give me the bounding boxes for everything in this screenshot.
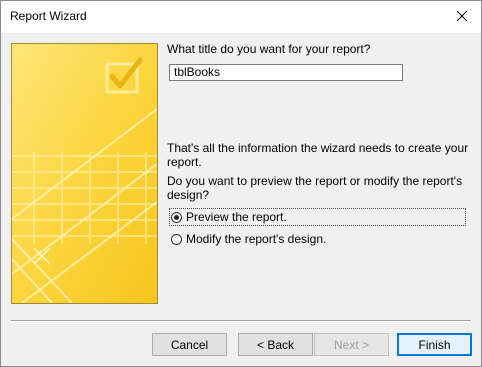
info-text-line1: That's all the information the wizard ne… [167, 141, 469, 155]
back-button[interactable]: < Back [238, 333, 313, 356]
info-text-line2: report. [167, 155, 202, 169]
report-title-input[interactable] [169, 64, 403, 81]
preview-radio-button[interactable] [171, 211, 182, 223]
next-button[interactable]: Next > [314, 333, 389, 356]
modify-radio-button[interactable] [171, 233, 182, 245]
question-text-line1: Do you want to preview the report or mod… [167, 174, 463, 188]
title-prompt-label: What title do you want for your report? [167, 42, 371, 56]
question-text-line2: design? [167, 188, 210, 202]
close-button[interactable] [449, 5, 475, 27]
report-wizard-window: Report Wizard What title do you want for… [0, 0, 482, 367]
report-wizard-art [11, 43, 158, 304]
close-icon [457, 11, 467, 21]
finish-button[interactable]: Finish [397, 333, 472, 356]
title-bar: Report Wizard [1, 1, 481, 33]
modify-design-option[interactable]: Modify the report's design. [171, 231, 326, 247]
dialog-client-area: What title do you want for your report? … [1, 33, 481, 366]
preview-report-option[interactable]: Preview the report. [169, 208, 466, 226]
button-divider [11, 320, 471, 322]
cancel-button[interactable]: Cancel [152, 333, 227, 356]
modify-option-label: Modify the report's design. [186, 232, 327, 246]
preview-option-label: Preview the report. [186, 210, 287, 224]
window-title: Report Wizard [10, 9, 87, 23]
